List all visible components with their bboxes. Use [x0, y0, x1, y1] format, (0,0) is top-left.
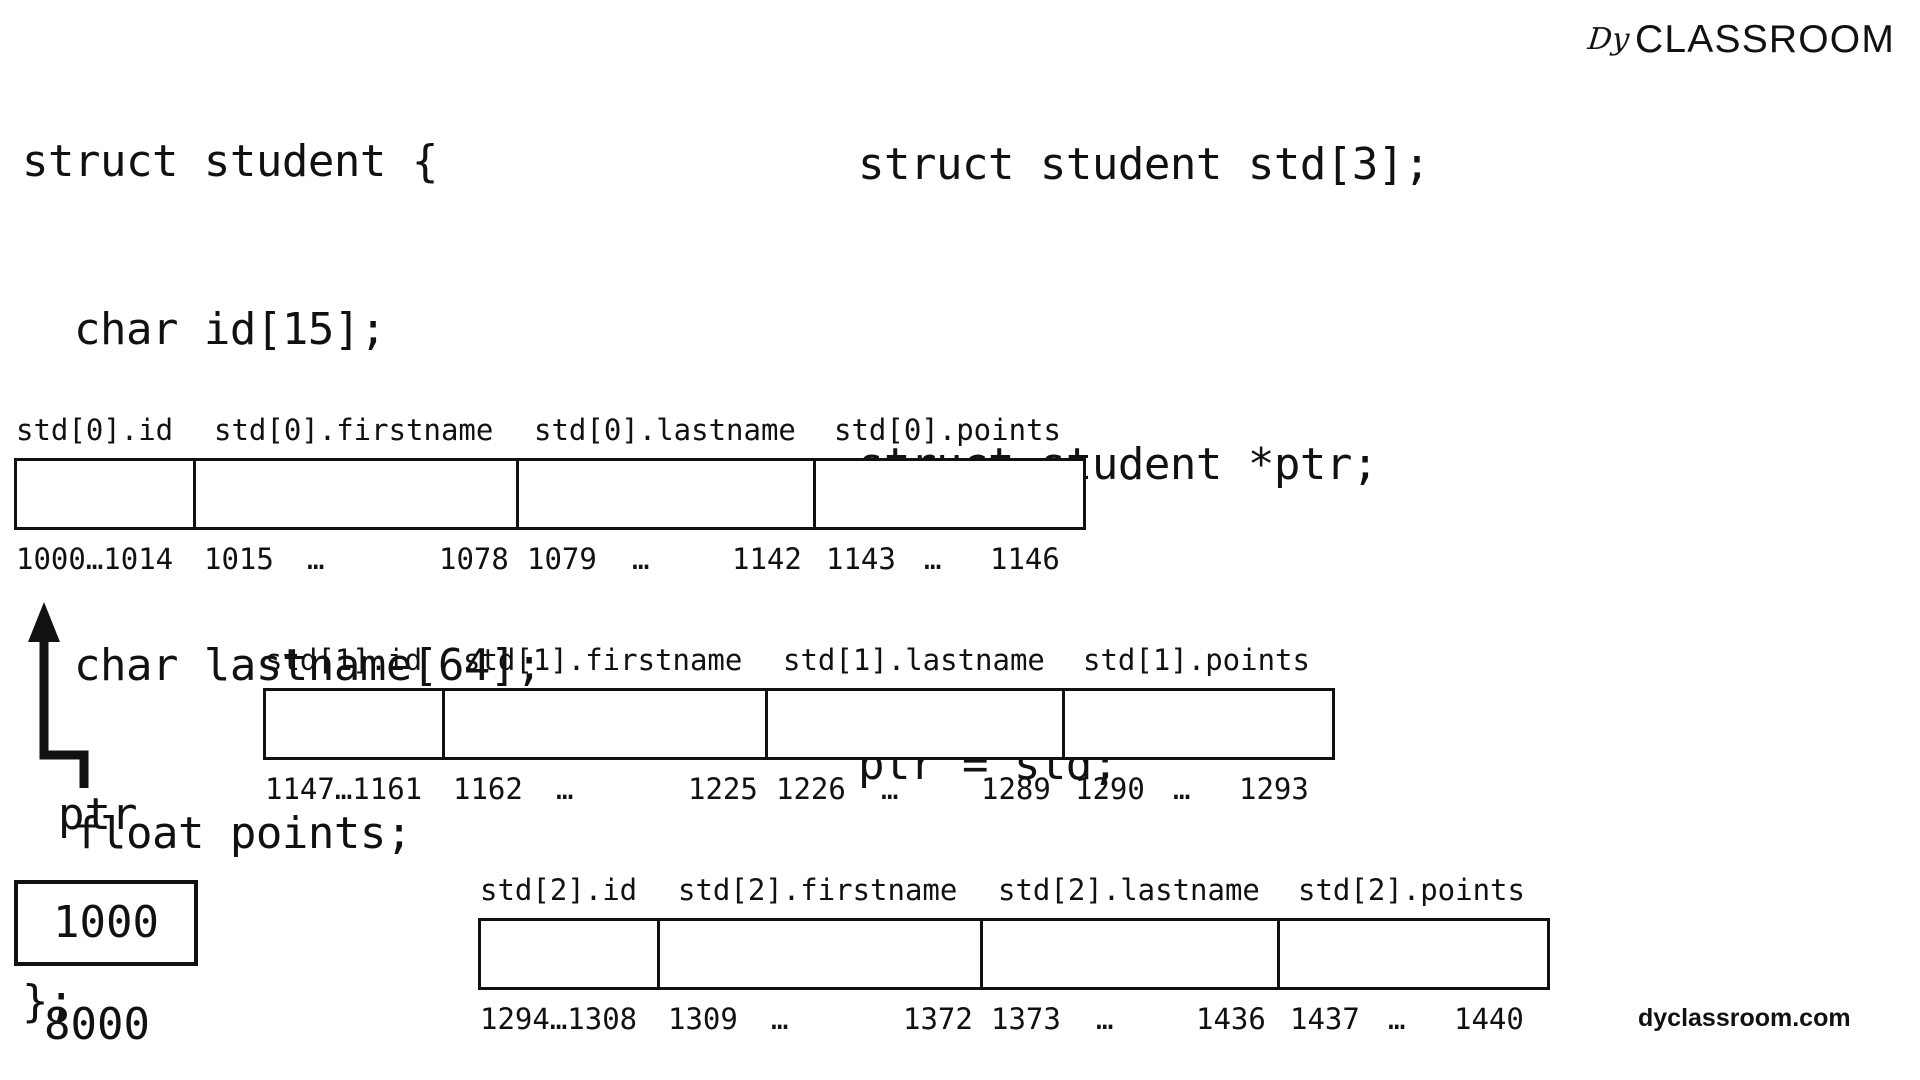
address-lastname-ellipsis: … [632, 542, 650, 576]
pointer-address-label: 8000 [44, 999, 150, 1050]
address-lastname-ellipsis: … [881, 772, 899, 806]
memory-cell-points [1280, 921, 1547, 987]
dyclassroom-logo: Dy CLASSROOM [1586, 18, 1896, 61]
memory-cell-lastname [983, 921, 1280, 987]
memory-row-std1: std[1].id std[1].firstname std[1].lastna… [263, 640, 1335, 809]
field-label-points: std[0].points [834, 413, 1061, 447]
address-id-range: 1147…1161 [265, 772, 423, 806]
memory-cell-points [1065, 691, 1332, 757]
address-firstname-start: 1309 [668, 1002, 738, 1036]
address-points-start: 1437 [1290, 1002, 1360, 1036]
field-label-firstname: std[1].firstname [463, 643, 743, 677]
address-lastname-start: 1226 [776, 772, 846, 806]
address-firstname-end: 1372 [903, 1002, 973, 1036]
address-points-ellipsis: … [924, 542, 942, 576]
field-label-lastname: std[0].lastname [534, 413, 796, 447]
code-spacer [858, 605, 1430, 625]
address-id-range: 1000…1014 [16, 542, 174, 576]
address-points-start: 1290 [1075, 772, 1145, 806]
site-footer: dyclassroom.com [1638, 1004, 1851, 1032]
address-lastname-ellipsis: … [1096, 1002, 1114, 1036]
code-line: char id[15]; [22, 304, 386, 355]
memory-cell-firstname [196, 461, 520, 527]
address-lastname-start: 1079 [527, 542, 597, 576]
memory-cells [14, 458, 1086, 530]
code-line: struct student { [22, 136, 438, 187]
field-label-id: std[1].id [265, 643, 423, 677]
address-firstname-end: 1225 [688, 772, 758, 806]
address-firstname-ellipsis: … [771, 1002, 789, 1036]
diagram-canvas: struct student { char id[15]; char first… [0, 0, 1920, 1080]
address-labels: 1147…1161 1162 … 1225 1226 … 1289 1290 …… [263, 769, 1335, 809]
pointer-arrow-icon [28, 602, 89, 788]
address-labels: 1294…1308 1309 … 1372 1373 … 1436 1437 …… [478, 999, 1550, 1039]
address-points-end: 1146 [990, 542, 1060, 576]
address-points-end: 1440 [1454, 1002, 1524, 1036]
field-labels: std[0].id std[0].firstname std[0].lastna… [14, 410, 1086, 450]
pointer-value-box: 1000 [14, 880, 198, 966]
field-label-id: std[2].id [480, 873, 638, 907]
memory-cells [478, 918, 1550, 990]
memory-cell-firstname [660, 921, 984, 987]
memory-row-std0: std[0].id std[0].firstname std[0].lastna… [14, 410, 1086, 579]
address-firstname-start: 1015 [204, 542, 274, 576]
address-points-ellipsis: … [1388, 1002, 1406, 1036]
memory-row-std2: std[2].id std[2].firstname std[2].lastna… [478, 870, 1550, 1039]
memory-cell-points [816, 461, 1083, 527]
address-points-start: 1143 [826, 542, 896, 576]
memory-cells [263, 688, 1335, 760]
address-firstname-ellipsis: … [307, 542, 325, 576]
address-lastname-end: 1436 [1196, 1002, 1266, 1036]
field-labels: std[1].id std[1].firstname std[1].lastna… [263, 640, 1335, 680]
address-points-ellipsis: … [1173, 772, 1191, 806]
address-lastname-start: 1373 [991, 1002, 1061, 1036]
field-label-lastname: std[1].lastname [783, 643, 1045, 677]
field-label-id: std[0].id [16, 413, 174, 447]
pointer-name-label: ptr [58, 789, 138, 840]
address-lastname-end: 1142 [732, 542, 802, 576]
pointer-value: 1000 [53, 897, 159, 948]
field-label-points: std[2].points [1298, 873, 1525, 907]
memory-cell-lastname [519, 461, 816, 527]
address-labels: 1000…1014 1015 … 1078 1079 … 1142 1143 …… [14, 539, 1086, 579]
field-label-firstname: std[0].firstname [214, 413, 494, 447]
address-firstname-ellipsis: … [556, 772, 574, 806]
logo-monogram: Dy [1586, 22, 1631, 57]
address-points-end: 1293 [1239, 772, 1309, 806]
memory-cell-lastname [768, 691, 1065, 757]
address-id-range: 1294…1308 [480, 1002, 638, 1036]
logo-wordmark: CLASSROOM [1635, 18, 1896, 61]
field-label-points: std[1].points [1083, 643, 1310, 677]
code-spacer [858, 305, 1430, 325]
address-lastname-end: 1289 [981, 772, 1051, 806]
address-firstname-start: 1162 [453, 772, 523, 806]
field-label-firstname: std[2].firstname [678, 873, 958, 907]
memory-cell-firstname [445, 691, 769, 757]
code-line: struct student std[3]; [858, 139, 1430, 190]
field-label-lastname: std[2].lastname [998, 873, 1260, 907]
field-labels: std[2].id std[2].firstname std[2].lastna… [478, 870, 1550, 910]
address-firstname-end: 1078 [439, 542, 509, 576]
